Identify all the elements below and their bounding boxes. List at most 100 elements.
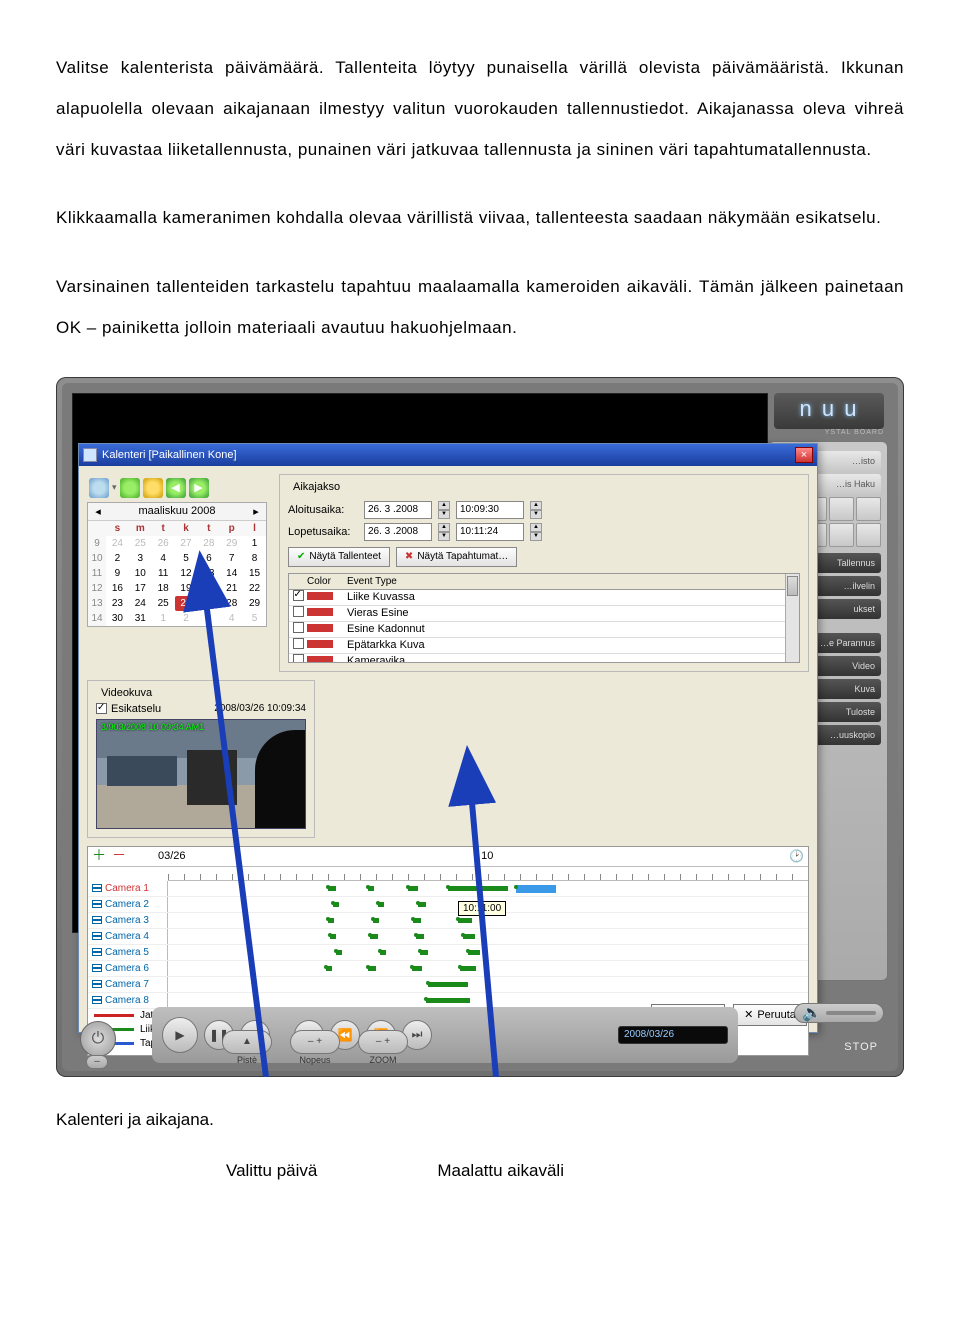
timeline-camera-row[interactable]: Camera 7	[88, 977, 808, 993]
prev-arrow-icon[interactable]: ◀	[166, 478, 186, 498]
calendar-day[interactable]: 29	[243, 596, 266, 611]
calendar-day[interactable]: 30	[106, 611, 129, 626]
video-legend: Videokuva	[98, 687, 155, 699]
calendar-day[interactable]: 7	[220, 551, 243, 566]
calendar-day[interactable]: 22	[243, 581, 266, 596]
event-row[interactable]: Liike Kuvassa	[289, 590, 799, 606]
event-row[interactable]: Esine Kadonnut	[289, 622, 799, 638]
calendar-day[interactable]: 9	[106, 566, 129, 581]
calendar-day[interactable]: 5	[175, 551, 198, 566]
refresh-icon[interactable]	[120, 478, 140, 498]
timeline-ruler-hour: 10	[192, 850, 784, 862]
zoom-out-icon[interactable]: －	[112, 849, 126, 863]
close-icon[interactable]: ×	[795, 447, 813, 463]
end-time-input[interactable]: 10:11:24	[456, 523, 524, 541]
spinner-icon[interactable]: ▲▼	[530, 523, 542, 541]
cal-prev-icon[interactable]: ◂	[92, 505, 104, 518]
calendar-day[interactable]: 18	[152, 581, 175, 596]
calendar-day[interactable]: 25	[152, 596, 175, 611]
preview-overlay-text: 3/903/2008 10 09:34 AM1	[101, 722, 204, 732]
spinner-icon[interactable]: ▲▼	[438, 501, 450, 519]
calendar-day[interactable]: 1	[243, 536, 266, 551]
caption-painted-range: Maalattu aikaväli	[437, 1152, 564, 1189]
speed-label: Nopeus	[299, 1055, 330, 1065]
calendar-day[interactable]: 3	[197, 611, 220, 626]
calendar-day[interactable]: 20	[197, 581, 220, 596]
calendar-day[interactable]: 4	[152, 551, 175, 566]
calendar-day[interactable]: 17	[129, 581, 152, 596]
server-icon[interactable]	[143, 478, 163, 498]
event-row[interactable]: Kameravika	[289, 654, 799, 663]
calendar-day[interactable]: 6	[197, 551, 220, 566]
piste-control[interactable]: ▲	[222, 1030, 272, 1054]
calendar-day[interactable]: 1	[152, 611, 175, 626]
dialog-title: Kalenteri [Paikallinen Kone]	[102, 449, 237, 461]
calendar-day[interactable]: 8	[243, 551, 266, 566]
spinner-icon[interactable]: ▲▼	[530, 501, 542, 519]
period-fieldset: Aikajakso Aloitusaika: 26. 3 .2008 ▲▼ 10…	[279, 474, 809, 672]
play-button[interactable]: ▶	[162, 1017, 198, 1053]
calendar-day[interactable]: 15	[243, 566, 266, 581]
calendar-day[interactable]: 2	[106, 551, 129, 566]
calendar-day[interactable]: 4	[220, 611, 243, 626]
start-date-input[interactable]: 26. 3 .2008	[364, 501, 432, 519]
zoom-control[interactable]: – +	[358, 1030, 408, 1054]
calendar-day[interactable]: 31	[129, 611, 152, 626]
preview-label: Esikatselu	[111, 703, 161, 715]
calendar-day[interactable]: 13	[197, 566, 220, 581]
calendar-day[interactable]: 27	[175, 536, 198, 551]
timeline-camera-row[interactable]: Camera 3	[88, 913, 808, 929]
calendar-day[interactable]: 2	[175, 611, 198, 626]
timeline-camera-row[interactable]: Camera 1	[88, 881, 808, 897]
calendar-day[interactable]: 27	[197, 596, 220, 611]
calendar-day[interactable]: 19	[175, 581, 198, 596]
calendar-day[interactable]: 26	[152, 536, 175, 551]
app-logo: n u u	[774, 393, 884, 429]
calendar-day[interactable]: 29	[220, 536, 243, 551]
calendar-day[interactable]: 5	[243, 611, 266, 626]
power-button[interactable]: ⏻	[80, 1021, 116, 1057]
calendar-day[interactable]: 25	[129, 536, 152, 551]
preview-checkbox[interactable]	[96, 703, 107, 714]
dialog-toolbar: ▾ ◀ ▶	[87, 474, 267, 502]
timeline-tooltip: 10:11:00	[458, 901, 506, 916]
end-date-input[interactable]: 26. 3 .2008	[364, 523, 432, 541]
calendar-day[interactable]: 28	[197, 536, 220, 551]
calendar-day[interactable]: 28	[220, 596, 243, 611]
calendar-day[interactable]: 16	[106, 581, 129, 596]
volume-slider[interactable]: 🔈	[794, 1003, 884, 1023]
timeline-camera-row[interactable]: Camera 5	[88, 945, 808, 961]
dialog-titlebar[interactable]: Kalenteri [Paikallinen Kone] ×	[79, 444, 817, 466]
paragraph-1: Valitse kalenterista päivämäärä. Tallent…	[56, 48, 904, 170]
calendar-day[interactable]: 23	[106, 596, 129, 611]
calendar-widget[interactable]: ◂ maaliskuu 2008 ▸ smtktpl92425262728291…	[87, 502, 267, 627]
calendar-day[interactable]: 21	[220, 581, 243, 596]
zoom-in-icon[interactable]: ＋	[92, 849, 106, 863]
home-icon[interactable]	[89, 478, 109, 498]
calendar-day[interactable]: 3	[129, 551, 152, 566]
timeline-camera-row[interactable]: Camera 4	[88, 929, 808, 945]
event-type-table[interactable]: ColorEvent Type▲Liike KuvassaVieras Esin…	[288, 573, 800, 663]
clock-icon[interactable]: 🕑	[789, 849, 804, 863]
calendar-day[interactable]: 10	[129, 566, 152, 581]
event-row[interactable]: Epätarkka Kuva	[289, 638, 799, 654]
calendar-day[interactable]: 26	[175, 596, 198, 611]
show-recordings-button[interactable]: ✔Näytä Tallenteet	[288, 547, 390, 567]
show-events-button[interactable]: ✖Näytä Tapahtumat…	[396, 547, 517, 567]
start-time-input[interactable]: 10:09:30	[456, 501, 524, 519]
timeline-camera-row[interactable]: Camera 6	[88, 961, 808, 977]
event-row[interactable]: Vieras Esine	[289, 606, 799, 622]
calendar-day[interactable]: 14	[220, 566, 243, 581]
caption-selected-day: Valittu päivä	[226, 1152, 317, 1189]
calendar-day[interactable]: 12	[175, 566, 198, 581]
minimize-button[interactable]: –	[86, 1055, 108, 1069]
speed-control[interactable]: – +	[290, 1030, 340, 1054]
spinner-icon[interactable]: ▲▼	[438, 523, 450, 541]
calendar-day[interactable]: 11	[152, 566, 175, 581]
calendar-day[interactable]: 24	[129, 596, 152, 611]
calendar-day[interactable]: 24	[106, 536, 129, 551]
cal-next-icon[interactable]: ▸	[250, 505, 262, 518]
next-arrow-icon[interactable]: ▶	[189, 478, 209, 498]
paragraph-3: Varsinainen tallenteiden tarkastelu tapa…	[56, 267, 904, 349]
timeline-camera-row[interactable]: Camera 2	[88, 897, 808, 913]
